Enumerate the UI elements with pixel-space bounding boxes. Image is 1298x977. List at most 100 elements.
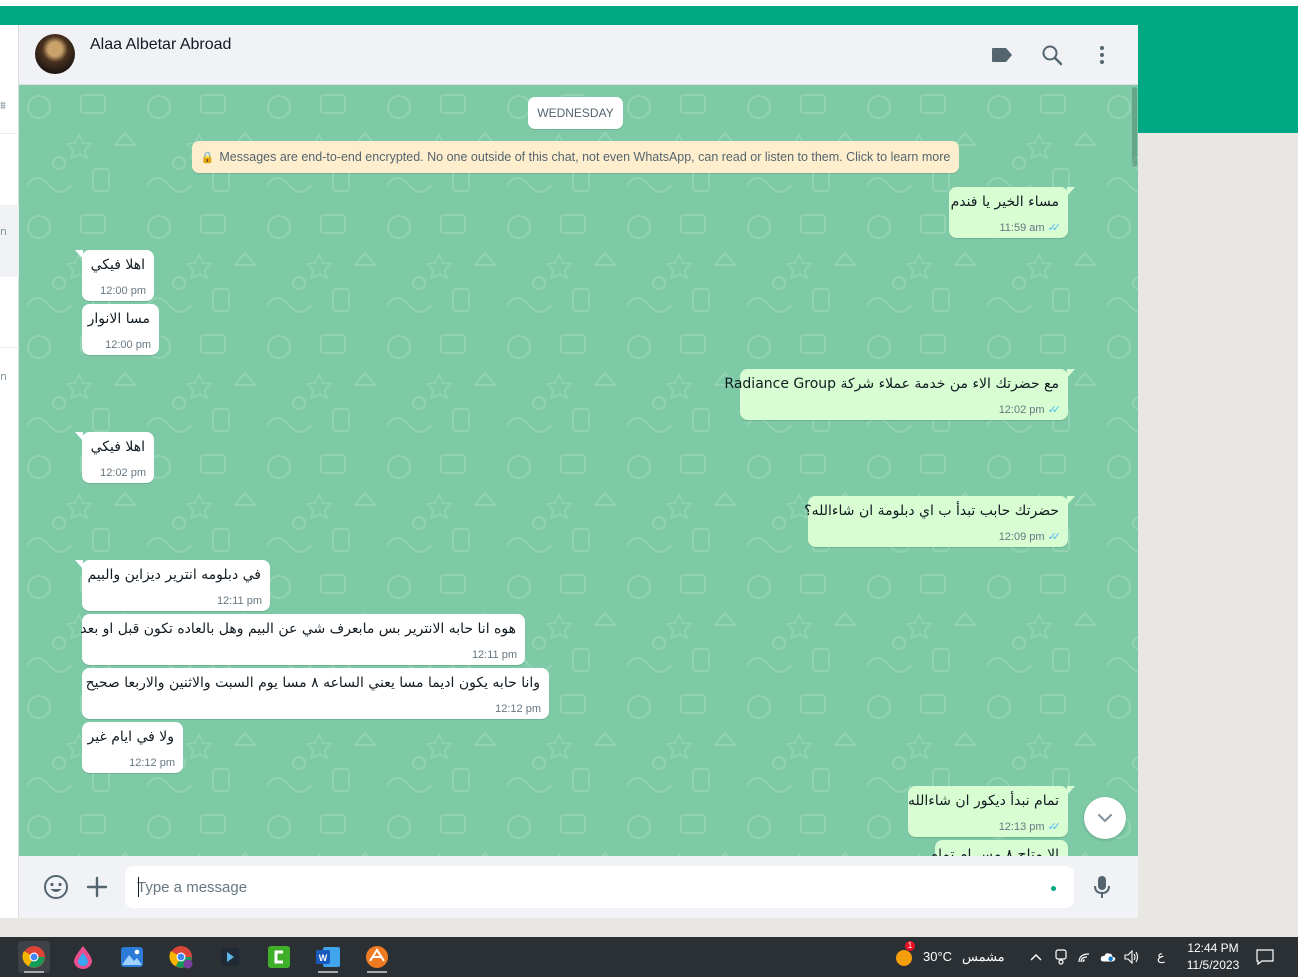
message-outgoing[interactable]: مساء الخير يا فندم 11:59 am ✓✓ (949, 187, 1075, 238)
orange-app-icon (366, 946, 388, 968)
message-meta: 12:11 pm (217, 595, 262, 607)
message-incoming[interactable]: اهلا فيكي 12:02 pm (75, 432, 154, 483)
taskbar-dark-app[interactable] (214, 941, 246, 973)
message-outgoing[interactable]: حضرتك حابب تبدأ ب اي دبلومة ان شاءالله؟ … (804, 496, 1075, 547)
lock-icon: 🔒 (200, 151, 215, 164)
taskbar-clock[interactable]: 12:44 PM 11/5/2023 (1178, 940, 1248, 974)
message-text: مساء الخير يا فندم (950, 194, 1059, 210)
message-incoming[interactable]: في دبلومه انترير ديزاين والبيم 12:11 pm (75, 560, 270, 611)
weather-badge: 1 (905, 941, 915, 951)
search-icon[interactable] (1040, 43, 1064, 67)
message-meta: 11:59 am ✓✓ (999, 221, 1062, 235)
voice-message-button[interactable] (1089, 874, 1115, 900)
emoji-button[interactable] (43, 874, 69, 900)
scrollbar[interactable] (1132, 87, 1137, 167)
message-text: مسا الانوار (87, 311, 150, 327)
chat-list-item-fragment: n (0, 225, 7, 238)
message-time: 11:59 am (999, 221, 1045, 234)
weather-temperature[interactable]: 30°C (923, 949, 952, 964)
label-icon[interactable] (990, 43, 1014, 67)
chat-list-item-fragment: n (0, 370, 7, 383)
message-outgoing[interactable]: مع حضرتك الاء من خدمة عملاء شركة Radianc… (724, 369, 1075, 420)
chrome-profile-icon (169, 946, 193, 969)
taskbar-word-app[interactable]: W (312, 941, 344, 973)
chat-list-item-selected[interactable] (0, 205, 19, 277)
taskbar-camtasia-app[interactable] (263, 941, 295, 973)
message-time: 12:02 pm (100, 467, 146, 479)
message-outgoing[interactable]: تمام نبدأ ديكور ان شاءالله 12:13 pm ✓✓ (908, 786, 1075, 837)
message-incoming[interactable]: هوه انا حابه الانترير بس مابعرف شي عن ال… (80, 614, 525, 665)
meet-now-icon[interactable] (1053, 949, 1069, 965)
plus-icon (86, 876, 108, 898)
message-time: 12:12 pm (129, 757, 175, 769)
contact-name[interactable]: Alaa Albetar Abroad (90, 36, 231, 54)
taskbar-chrome-profile-app[interactable] (165, 941, 197, 973)
message-incoming[interactable]: وانا حابه يكون اديما مسا يعني الساعه ٨ م… (82, 668, 549, 719)
encryption-notice[interactable]: 🔒 Messages are end-to-end encrypted. No … (192, 141, 959, 173)
running-indicator (367, 971, 387, 973)
grammar-indicator (1051, 886, 1056, 891)
read-ticks-icon: ✓✓ (1047, 531, 1062, 543)
wifi-icon[interactable] (1077, 949, 1093, 965)
divider (0, 347, 19, 348)
taskbar-photos-app[interactable] (116, 941, 148, 973)
taskbar-orange-app[interactable] (361, 941, 393, 973)
message-time: 12:13 pm (998, 820, 1045, 833)
notification-center-icon[interactable] (1256, 948, 1274, 966)
kodi-like-icon (221, 948, 239, 966)
message-text: حضرتك حابب تبدأ ب اي دبلومة ان شاءالله؟ (804, 503, 1059, 519)
scroll-to-bottom-button[interactable] (1084, 797, 1126, 839)
app-background-right (1138, 133, 1298, 937)
message-meta: 12:02 pm ✓✓ (998, 403, 1062, 417)
svg-text:W: W (319, 953, 328, 963)
chevron-up-icon[interactable] (1028, 949, 1044, 965)
camtasia-icon (268, 946, 290, 968)
message-input[interactable] (125, 866, 1074, 908)
composer-bar (19, 856, 1138, 918)
message-outgoing-partial[interactable]: الا متاح ٨ مس ام تمام (929, 840, 1068, 856)
encryption-notice-text: Messages are end-to-end encrypted. No on… (219, 150, 951, 164)
taskbar-paint-app[interactable] (67, 941, 99, 973)
message-time: 12:11 pm (216, 595, 262, 607)
photos-icon (121, 947, 143, 967)
menu-icon[interactable] (1090, 43, 1114, 67)
message-meta: 12:12 pm (129, 757, 175, 769)
message-text: تمام نبدأ ديكور ان شاءالله (908, 793, 1059, 809)
message-meta: 12:13 pm ✓✓ (998, 820, 1062, 834)
filter-icon[interactable]: ⩩ (0, 99, 6, 113)
attach-button[interactable] (84, 874, 110, 900)
message-time: 12:09 pm (998, 530, 1045, 543)
message-list[interactable]: WEDNESDAY 🔒 Messages are end-to-end encr… (19, 85, 1138, 856)
message-text: في دبلومه انترير ديزاين والبيم (87, 567, 261, 583)
message-text: اهلا فيكي (90, 257, 145, 273)
message-meta: 12:11 pm (472, 649, 517, 661)
message-incoming[interactable]: ولا في ايام غير 12:12 pm (82, 722, 183, 773)
message-meta: 12:00 pm (100, 285, 146, 297)
conversation-panel: Alaa Albetar Abroad WEDNESDAY 🔒 Messages… (19, 25, 1138, 918)
running-indicator (318, 971, 338, 973)
clock-time: 12:44 PM (1187, 941, 1239, 955)
message-meta: 12:09 pm ✓✓ (998, 530, 1062, 544)
message-time: 12:02 pm (998, 403, 1045, 416)
avatar[interactable] (35, 34, 75, 74)
message-text: الا متاح ٨ مس ام تمام (929, 847, 1059, 856)
read-ticks-icon: ✓✓ (1047, 404, 1062, 416)
message-meta: 12:12 pm (495, 703, 541, 715)
message-text: مع حضرتك الاء من خدمة عملاء شركة Radianc… (724, 376, 1059, 392)
message-time: 12:11 pm (471, 649, 517, 661)
conversation-header[interactable]: Alaa Albetar Abroad (19, 25, 1138, 85)
input-language-indicator[interactable]: ع (1157, 948, 1165, 964)
volume-icon[interactable] (1124, 949, 1140, 965)
message-time: 12:00 pm (105, 339, 151, 351)
taskbar: W 1 30°C مشمس ع 12:44 PM 11/5/2023 (0, 937, 1298, 977)
emoji-icon (44, 875, 68, 899)
message-text: هوه انا حابه الانترير بس مابعرف شي عن ال… (80, 621, 516, 637)
read-ticks-icon: ✓✓ (1047, 222, 1062, 234)
read-ticks-icon: ✓✓ (1047, 821, 1062, 833)
message-incoming[interactable]: اهلا فيكي 12:00 pm (75, 250, 154, 301)
taskbar-chrome-app[interactable] (18, 941, 50, 973)
cloud-sync-icon[interactable] (1100, 949, 1116, 965)
weather-condition[interactable]: مشمس (962, 949, 1005, 965)
message-incoming[interactable]: مسا الانوار 12:00 pm (82, 304, 159, 355)
text-caret (138, 877, 139, 897)
